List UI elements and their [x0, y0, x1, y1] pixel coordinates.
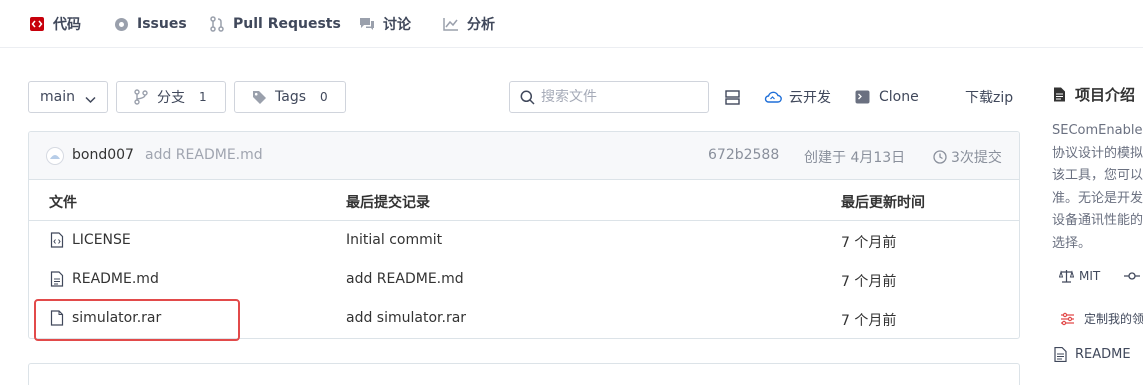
table-row: README.md add README.md 7 个月前	[29, 261, 1019, 300]
commit-date: 创建于 4月13日	[804, 150, 906, 166]
commit-history-link[interactable]: 3次提交	[933, 147, 1002, 167]
file-updated: 7 个月前	[841, 274, 897, 290]
tags-count: 0	[320, 90, 328, 104]
branches-button[interactable]: 分支 1	[116, 81, 226, 113]
file-search[interactable]	[509, 81, 709, 113]
search-icon	[520, 90, 535, 105]
commit-author[interactable]: bond007	[72, 147, 134, 163]
highlight-box	[34, 299, 240, 341]
search-input[interactable]	[541, 89, 691, 105]
file-name[interactable]: README.md	[72, 271, 159, 287]
description-line: 选择。	[1052, 235, 1092, 251]
nav-tab-label: Issues	[137, 16, 187, 32]
license-label: MIT	[1079, 269, 1101, 283]
nav-tab-label: 分析	[467, 17, 495, 33]
readme-link[interactable]: README	[1054, 347, 1131, 362]
branch-select-value: main	[40, 89, 75, 105]
branch-icon	[134, 89, 148, 105]
readme-label: README	[1075, 347, 1131, 362]
top-nav: 代码 Issues Pull Requests 讨论 分析	[0, 0, 1143, 48]
description-line: 准。无论是开发	[1052, 190, 1143, 206]
issues-icon	[113, 16, 129, 32]
nav-tab-label: 讨论	[383, 17, 411, 33]
file-commit-message[interactable]: add simulator.rar	[346, 310, 466, 326]
branches-count: 1	[199, 90, 207, 104]
column-header-last-updated: 最后更新时间	[841, 195, 925, 211]
tags-button[interactable]: Tags 0	[234, 81, 346, 113]
file-code-icon	[50, 232, 64, 248]
download-zip-label: 下载zip	[965, 90, 1014, 106]
nav-tab-label: Pull Requests	[233, 16, 341, 32]
commit-hash[interactable]: 672b2588	[708, 147, 779, 163]
avatar[interactable]	[46, 147, 64, 165]
sidebar-title-text: 项目介绍	[1075, 86, 1136, 104]
customize-label: 定制我的领	[1084, 312, 1143, 326]
commit-node-icon	[1124, 269, 1140, 283]
project-description: SEComEnable 协议设计的模拟 该工具，您可以 准。无论是开发 设备通讯…	[1052, 120, 1143, 255]
terminal-icon	[855, 90, 870, 104]
description-line: 协议设计的模拟	[1052, 145, 1143, 161]
download-zip-button[interactable]: 下载zip	[965, 86, 1013, 108]
branch-select[interactable]: main	[28, 81, 108, 113]
readme-panel-header	[28, 363, 1020, 385]
file-name[interactable]: LICENSE	[72, 232, 131, 248]
nav-tab-issues[interactable]: Issues	[113, 13, 187, 35]
file-text-icon	[50, 271, 64, 287]
description-line: SEComEnable	[1052, 123, 1143, 138]
file-commit-message[interactable]: add README.md	[346, 271, 464, 287]
file-table-header: 文件 最后提交记录 最后更新时间	[29, 180, 1019, 221]
table-row: LICENSE Initial commit 7 个月前	[29, 222, 1019, 261]
file-link-license[interactable]: LICENSE	[50, 232, 131, 248]
discussion-icon	[359, 16, 375, 32]
branches-label: 分支	[157, 90, 185, 106]
nav-tab-pull-requests[interactable]: Pull Requests	[209, 13, 341, 35]
file-updated: 7 个月前	[841, 313, 897, 329]
nav-tab-analytics[interactable]: 分析	[443, 13, 495, 35]
description-line: 设备通讯性能的	[1052, 213, 1143, 228]
clone-label: Clone	[879, 89, 919, 105]
sidebar-title: 项目介绍	[1053, 84, 1135, 105]
file-commit-message[interactable]: Initial commit	[346, 232, 442, 248]
cloud-dev-button[interactable]: 云开发	[764, 86, 831, 108]
document-icon	[1054, 347, 1067, 362]
cloud-dev-label: 云开发	[789, 90, 831, 106]
latest-commit-bar: bond007 add README.md 672b2588 创建于 4月13日…	[29, 132, 1019, 180]
nav-tab-code[interactable]: 代码	[29, 13, 81, 35]
column-header-last-commit: 最后提交记录	[346, 195, 430, 211]
chevron-down-icon	[85, 92, 96, 108]
clock-icon	[933, 150, 947, 164]
column-header-file: 文件	[49, 195, 77, 211]
code-icon	[29, 16, 45, 32]
description-line: 该工具，您可以	[1052, 168, 1143, 183]
customize-link[interactable]: 定制我的领	[1060, 310, 1143, 327]
file-updated: 7 个月前	[841, 235, 897, 251]
tags-label: Tags	[275, 89, 306, 105]
sliders-icon	[1060, 312, 1075, 326]
license-link[interactable]: MIT	[1059, 269, 1100, 283]
analytics-icon	[443, 16, 459, 32]
nav-tab-label: 代码	[53, 17, 81, 33]
cloud-icon	[764, 90, 782, 104]
pull-request-icon	[209, 16, 225, 32]
scale-icon	[1059, 269, 1074, 283]
file-link-readme[interactable]: README.md	[50, 271, 159, 287]
document-icon	[1053, 87, 1066, 102]
commit-message[interactable]: add README.md	[145, 147, 263, 163]
tag-icon	[252, 90, 267, 105]
clone-button[interactable]: Clone	[855, 86, 919, 108]
view-toggle-button[interactable]	[725, 86, 740, 108]
layout-icon	[725, 89, 740, 105]
commit-count: 3次提交	[951, 150, 1002, 166]
nav-tab-discussion[interactable]: 讨论	[359, 13, 411, 35]
